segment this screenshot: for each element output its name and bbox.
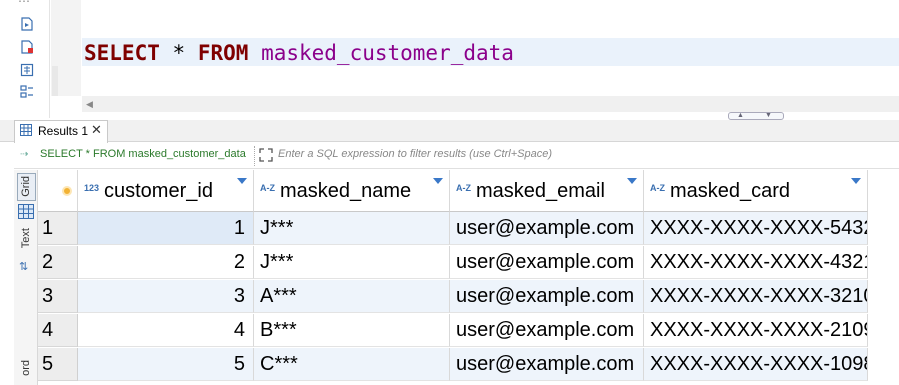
text-view-label: Text <box>20 228 32 249</box>
cell-masked-name[interactable]: B*** <box>254 314 450 347</box>
row-number[interactable]: 3 <box>38 280 78 313</box>
filter-history-icon[interactable]: ⇢ <box>20 149 28 160</box>
column-title: masked_card <box>670 180 791 202</box>
table-row[interactable]: 5 5 C*** user@example.com XXXX-XXXX-XXXX… <box>38 348 868 382</box>
filter-expression-input[interactable]: Enter a SQL expression to filter results… <box>278 148 552 160</box>
editor-fold-marker <box>52 66 58 96</box>
cell-masked-card[interactable]: XXXX-XXXX-XXXX-2109 <box>644 314 868 347</box>
cell-masked-name[interactable]: A*** <box>254 280 450 313</box>
row-number[interactable]: 5 <box>38 348 78 381</box>
text-type-icon: A-Z <box>260 183 275 193</box>
sort-dropdown-icon[interactable] <box>237 178 247 184</box>
table-row[interactable]: 3 3 A*** user@example.com XXXX-XXXX-XXXX… <box>38 280 868 314</box>
cell-masked-card[interactable]: XXXX-XXXX-XXXX-1098 <box>644 348 868 381</box>
cell-masked-name[interactable]: J*** <box>254 246 450 279</box>
column-header-masked-name[interactable]: A-Z masked_name <box>254 170 450 212</box>
row-status-icon <box>62 186 72 196</box>
cell-customer-id[interactable]: 1 <box>78 212 254 245</box>
cell-masked-email[interactable]: user@example.com <box>450 280 644 313</box>
grid-icon[interactable] <box>17 203 35 220</box>
cell-masked-card[interactable]: XXXX-XXXX-XXXX-5432 <box>644 212 868 245</box>
outline-icon[interactable] <box>20 85 34 99</box>
column-header-masked-card[interactable]: A-Z masked_card <box>644 170 868 212</box>
cell-masked-card[interactable]: XXXX-XXXX-XXXX-4321 <box>644 246 868 279</box>
execute-script-icon[interactable] <box>20 17 34 31</box>
sql-star: * <box>172 41 186 65</box>
row-number[interactable]: 1 <box>38 212 78 245</box>
record-view-label: ord <box>20 360 32 376</box>
export-icon[interactable] <box>20 63 34 77</box>
grid-view-label: Grid <box>20 176 32 197</box>
cell-masked-email[interactable]: user@example.com <box>450 348 644 381</box>
text-type-icon: A-Z <box>456 183 471 193</box>
sql-keyword-from: FROM <box>197 41 249 65</box>
sort-dropdown-icon[interactable] <box>627 178 637 184</box>
cell-customer-id[interactable]: 5 <box>78 348 254 381</box>
filter-query-label[interactable]: SELECT * FROM masked_customer_data <box>40 148 246 160</box>
text-type-icon: A-Z <box>650 183 665 193</box>
numeric-type-icon: 123 <box>84 183 100 193</box>
column-title: customer_id <box>104 180 213 202</box>
cell-customer-id[interactable]: 3 <box>78 280 254 313</box>
table-row[interactable]: 4 4 B*** user@example.com XXXX-XXXX-XXXX… <box>38 314 868 348</box>
filter-separator <box>254 146 255 166</box>
sql-keyword-select: SELECT <box>84 41 160 65</box>
cell-masked-card[interactable]: XXXX-XXXX-XXXX-3210 <box>644 280 868 313</box>
table-grid-icon <box>20 124 32 136</box>
grid-view-button[interactable]: Grid <box>17 173 36 201</box>
close-icon[interactable]: ✕ <box>91 122 102 138</box>
results-tab-bar <box>0 120 899 142</box>
grid-corner[interactable] <box>38 170 78 212</box>
column-title: masked_name <box>280 180 412 202</box>
sql-editor-text[interactable]: SELECT * FROM masked_customer_data <box>84 40 514 66</box>
editor-horizontal-scrollbar[interactable] <box>82 96 899 112</box>
cell-masked-name[interactable]: C*** <box>254 348 450 381</box>
scroll-left-arrow-icon[interactable]: ◀ <box>86 99 93 110</box>
cell-masked-email[interactable]: user@example.com <box>450 246 644 279</box>
row-number[interactable]: 2 <box>38 246 78 279</box>
save-script-icon[interactable] <box>20 40 34 54</box>
table-row[interactable]: 1 1 J*** user@example.com XXXX-XXXX-XXXX… <box>38 212 868 246</box>
sql-table-name: masked_customer_data <box>261 41 514 65</box>
panel-resize-sash[interactable]: ▲ ▼ <box>728 112 784 120</box>
tab-label: Results 1 <box>38 124 89 138</box>
expand-filter-icon[interactable] <box>258 147 274 163</box>
text-view-icon[interactable]: ⇅ <box>19 260 28 273</box>
sort-dropdown-icon[interactable] <box>433 178 443 184</box>
sort-dropdown-icon[interactable] <box>851 178 861 184</box>
cell-customer-id[interactable]: 4 <box>78 314 254 347</box>
cell-masked-email[interactable]: user@example.com <box>450 314 644 347</box>
cell-customer-id[interactable]: 2 <box>78 246 254 279</box>
record-view-button[interactable]: ord <box>17 358 36 385</box>
cell-masked-email[interactable]: user@example.com <box>450 212 644 245</box>
row-number[interactable]: 4 <box>38 314 78 347</box>
cell-masked-name[interactable]: J*** <box>254 212 450 245</box>
column-header-masked-email[interactable]: A-Z masked_email <box>450 170 644 212</box>
text-view-button[interactable]: Text <box>17 226 36 260</box>
table-row[interactable]: 2 2 J*** user@example.com XXXX-XXXX-XXXX… <box>38 246 868 280</box>
column-header-customer-id[interactable]: 123 customer_id <box>78 170 254 212</box>
column-title: masked_email <box>476 180 605 202</box>
more-icon[interactable]: ⋯ <box>18 0 31 8</box>
